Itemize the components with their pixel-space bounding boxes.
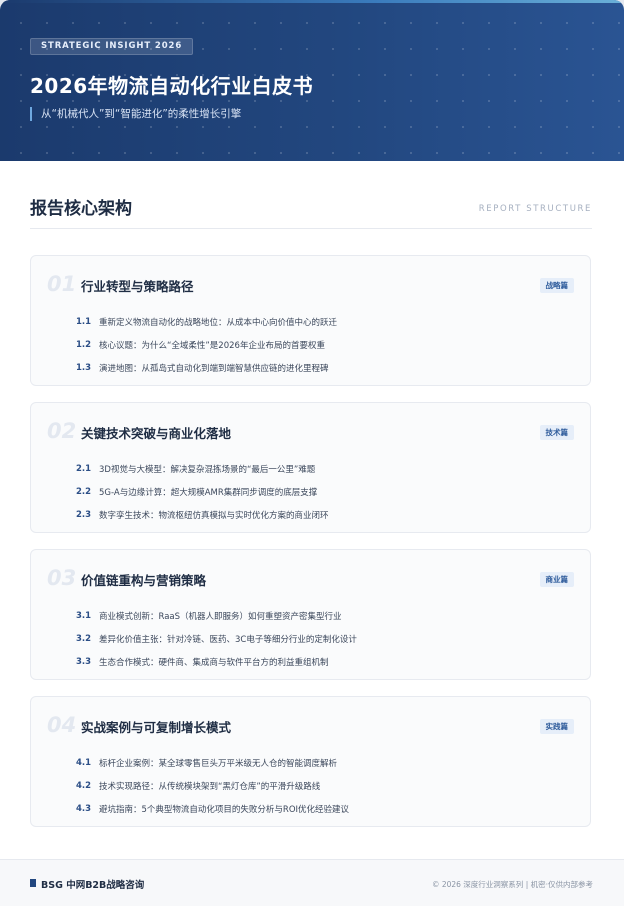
- item-number: 1.3: [76, 362, 92, 373]
- item-number: 4.3: [76, 803, 92, 814]
- chapter-item: 1.2 核心议题：为什么“全域柔性”是2026年企业布局的首要权重: [76, 333, 337, 356]
- chapter-badge: 实践篇: [539, 719, 574, 734]
- hero-banner: STRATEGIC INSIGHT 2026 2026年物流自动化行业白皮书 从…: [0, 0, 624, 161]
- item-text: 数字孪生技术：物流枢纽仿真模拟与实时优化方案的商业闭环: [99, 510, 329, 521]
- item-text: 避坑指南：5个典型物流自动化项目的失败分析与ROI优化经验建议: [99, 804, 350, 815]
- chapter-item-list: 3.1 商业模式创新：RaaS（机器人即服务）如何重塑资产密集型行业 3.2 差…: [76, 604, 357, 673]
- chapter-title: 实战案例与可复制增长模式: [81, 720, 232, 735]
- item-text: 核心议题：为什么“全域柔性”是2026年企业布局的首要权重: [99, 340, 325, 351]
- item-text: 重新定义物流自动化的战略地位：从成本中心向价值中心的跃迁: [99, 317, 338, 328]
- item-number: 1.2: [76, 339, 92, 350]
- item-text: 3D视觉与大模型：解决复杂混拣场景的“最后一公里”难题: [99, 464, 316, 475]
- chapter-item: 3.1 商业模式创新：RaaS（机器人即服务）如何重塑资产密集型行业: [76, 604, 357, 627]
- item-number: 3.2: [76, 633, 92, 644]
- hero-tag: STRATEGIC INSIGHT 2026: [30, 38, 194, 55]
- chapter-item: 2.3 数字孪生技术：物流枢纽仿真模拟与实时优化方案的商业闭环: [76, 503, 329, 526]
- chapter-badge: 商业篇: [539, 572, 574, 587]
- chapter-item-list: 1.1 重新定义物流自动化的战略地位：从成本中心向价值中心的跃迁 1.2 核心议…: [76, 310, 337, 379]
- chapter-card: 04 实战案例与可复制增长模式 实践篇 4.1 标杆企业案例：某全球零售巨头万平…: [30, 696, 591, 827]
- chapter-item: 1.1 重新定义物流自动化的战略地位：从成本中心向价值中心的跃迁: [76, 310, 337, 333]
- item-number: 2.1: [76, 463, 92, 474]
- chapter-item: 4.3 避坑指南：5个典型物流自动化项目的失败分析与ROI优化经验建议: [76, 797, 349, 820]
- chapter-number: 01: [47, 272, 77, 296]
- item-number: 4.2: [76, 780, 92, 791]
- chapter-item-list: 4.1 标杆企业案例：某全球零售巨头万平米级无人仓的智能调度解析 4.2 技术实…: [76, 751, 349, 820]
- chapter-item: 1.3 演进地图：从孤岛式自动化到端到端智慧供应链的进化里程碑: [76, 356, 337, 379]
- chapter-card: 02 关键技术突破与商业化落地 技术篇 2.1 3D视觉与大模型：解决复杂混拣场…: [30, 402, 591, 533]
- page-subtitle: 从“机械代人”到“智能进化”的柔性增长引擎: [30, 107, 241, 121]
- report-page: STRATEGIC INSIGHT 2026 2026年物流自动化行业白皮书 从…: [0, 0, 624, 906]
- item-number: 3.1: [76, 610, 92, 621]
- chapter-title: 价值链重构与营销策略: [81, 573, 207, 588]
- chapter-title: 行业转型与策略路径: [81, 279, 194, 294]
- item-number: 4.1: [76, 757, 92, 768]
- chapter-item: 3.3 生态合作模式：硬件商、集成商与软件平台方的利益重组机制: [76, 650, 357, 673]
- chapter-item: 4.1 标杆企业案例：某全球零售巨头万平米级无人仓的智能调度解析: [76, 751, 349, 774]
- section-title: 报告核心架构: [30, 199, 132, 219]
- section-header: 报告核心架构 REPORT STRUCTURE: [30, 194, 592, 229]
- page-footer: BSG 中网B2B战略咨询 © 2026 深度行业洞察系列 | 机密·仅供内部参…: [0, 859, 624, 906]
- footer-copyright: © 2026 深度行业洞察系列 | 机密·仅供内部参考: [431, 880, 593, 889]
- chapter-card: 01 行业转型与策略路径 战略篇 1.1 重新定义物流自动化的战略地位：从成本中…: [30, 255, 591, 386]
- footer-brand: BSG 中网B2B战略咨询: [41, 880, 145, 891]
- chapter-number: 02: [47, 419, 77, 443]
- item-text: 商业模式创新：RaaS（机器人即服务）如何重塑资产密集型行业: [99, 611, 342, 622]
- chapter-badge: 战略篇: [539, 278, 574, 293]
- chapter-title: 关键技术突破与商业化落地: [81, 426, 232, 441]
- brand-mark-icon: [30, 879, 36, 887]
- section-title-en: REPORT STRUCTURE: [478, 204, 592, 214]
- chapter-badge: 技术篇: [539, 425, 574, 440]
- chapter-item: 3.2 差异化价值主张：针对冷链、医药、3C电子等细分行业的定制化设计: [76, 627, 357, 650]
- chapter-item: 4.2 技术实现路径：从传统模块架到“黑灯仓库”的平滑升级路线: [76, 774, 349, 797]
- page-title: 2026年物流自动化行业白皮书: [30, 74, 314, 98]
- chapter-number: 04: [47, 713, 77, 737]
- item-number: 1.1: [76, 316, 92, 327]
- item-text: 差异化价值主张：针对冷链、医药、3C电子等细分行业的定制化设计: [99, 634, 357, 645]
- item-text: 生态合作模式：硬件商、集成商与软件平台方的利益重组机制: [99, 657, 329, 668]
- item-number: 3.3: [76, 656, 92, 667]
- chapter-card: 03 价值链重构与营销策略 商业篇 3.1 商业模式创新：RaaS（机器人即服务…: [30, 549, 591, 680]
- chapter-item: 2.2 5G-A与边缘计算：超大规模AMR集群同步调度的底层支撑: [76, 480, 329, 503]
- item-text: 技术实现路径：从传统模块架到“黑灯仓库”的平滑升级路线: [99, 781, 321, 792]
- chapter-item: 2.1 3D视觉与大模型：解决复杂混拣场景的“最后一公里”难题: [76, 457, 329, 480]
- item-number: 2.3: [76, 509, 92, 520]
- item-text: 演进地图：从孤岛式自动化到端到端智慧供应链的进化里程碑: [99, 363, 329, 374]
- chapter-item-list: 2.1 3D视觉与大模型：解决复杂混拣场景的“最后一公里”难题 2.2 5G-A…: [76, 457, 329, 526]
- item-number: 2.2: [76, 486, 92, 497]
- chapter-number: 03: [47, 566, 77, 590]
- item-text: 标杆企业案例：某全球零售巨头万平米级无人仓的智能调度解析: [99, 758, 338, 769]
- item-text: 5G-A与边缘计算：超大规模AMR集群同步调度的底层支撑: [99, 487, 318, 498]
